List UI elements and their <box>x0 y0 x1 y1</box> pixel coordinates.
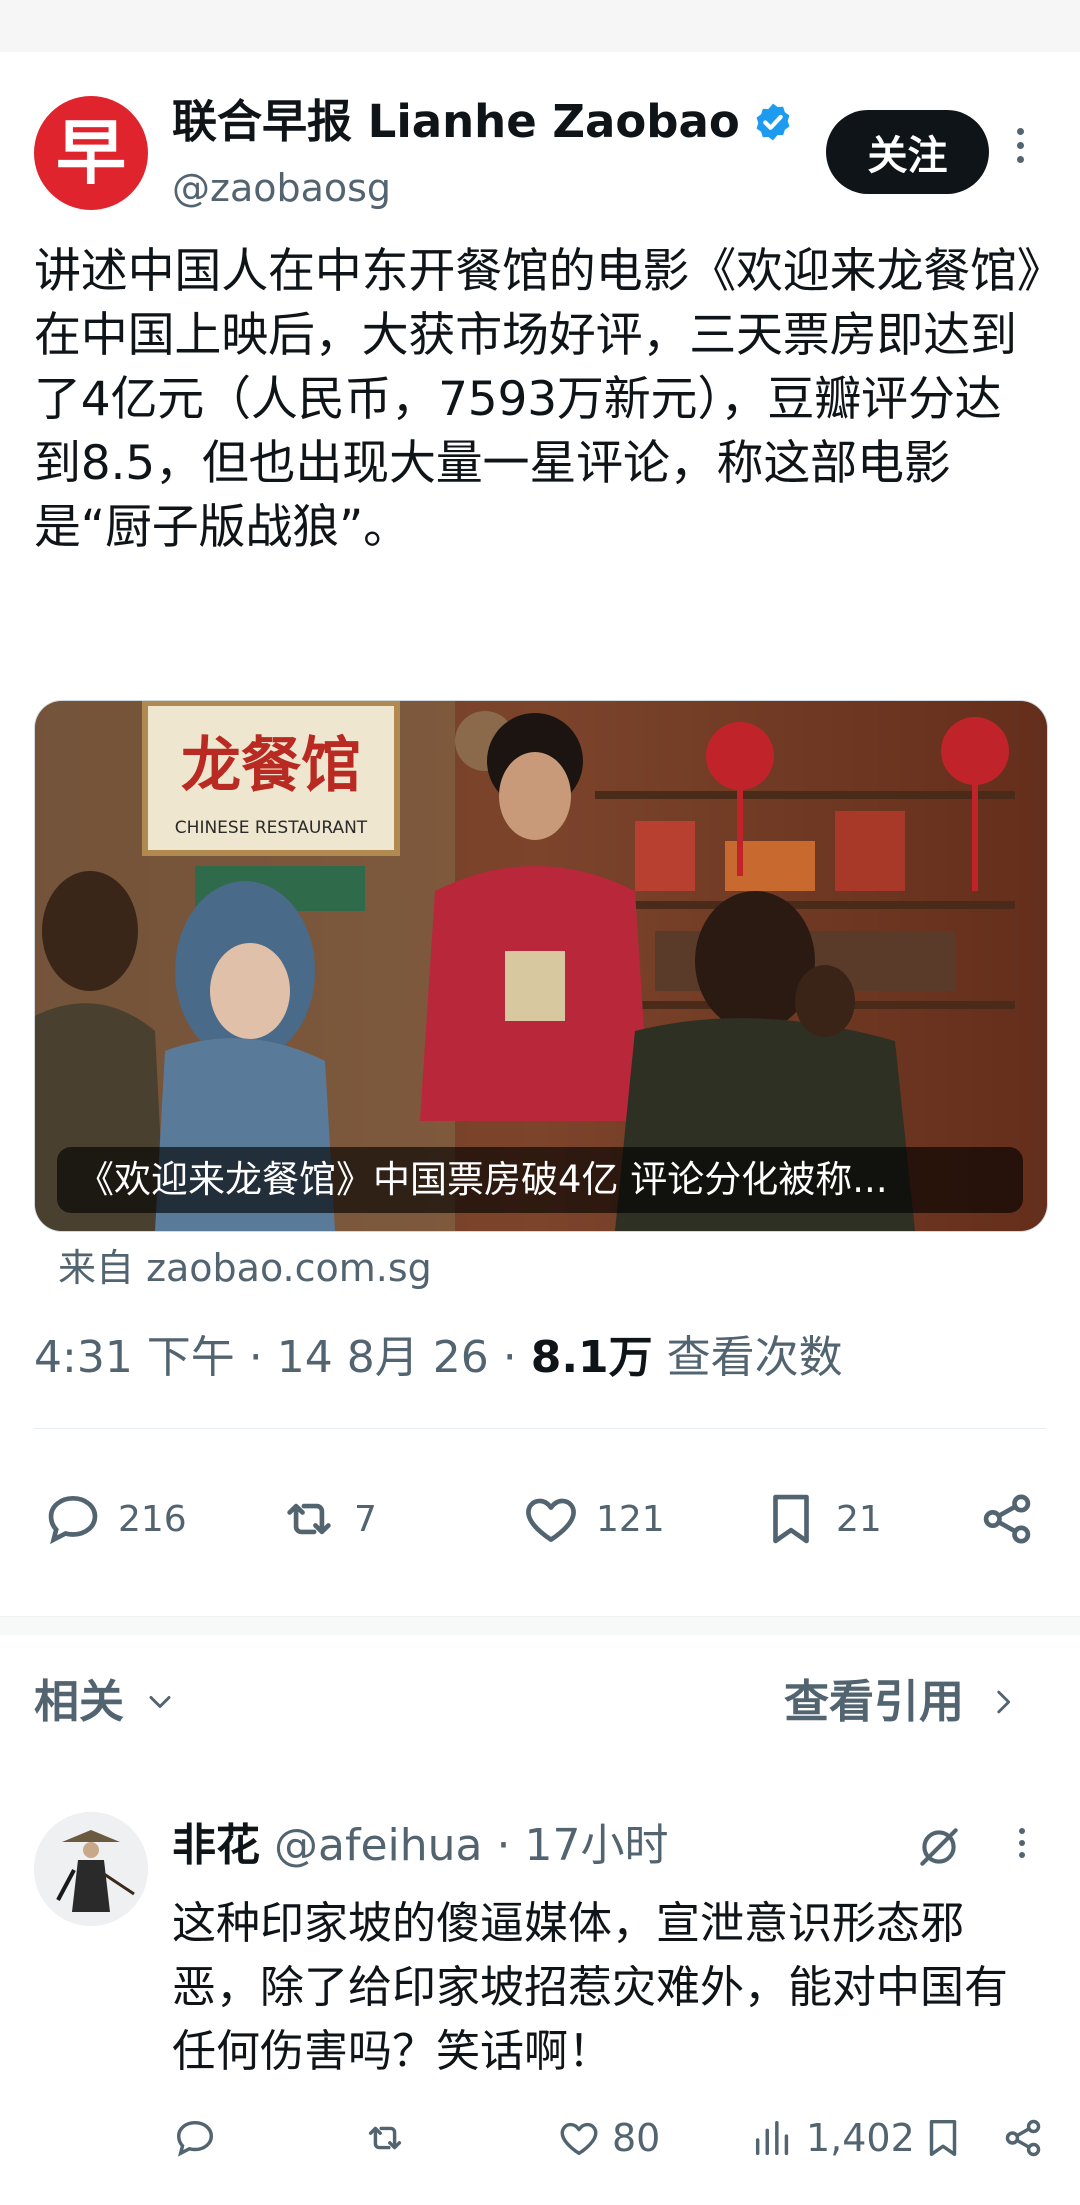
tweet-date[interactable]: 14 8月 26 <box>277 1332 489 1383</box>
section-separator <box>0 1616 1080 1635</box>
author-name: 联合早报 Lianhe Zaobao <box>172 95 740 148</box>
status-bar-area <box>0 0 1080 52</box>
reply-views-button[interactable]: 1,402 <box>750 2110 915 2166</box>
link-source[interactable]: 来自 zaobao.com.sg <box>58 1244 432 1292</box>
share-button[interactable] <box>976 1484 1038 1554</box>
share-icon <box>1005 2119 1041 2157</box>
tweet-time[interactable]: 4:31 下午 <box>34 1332 235 1383</box>
retweet-button[interactable]: 7 <box>278 1484 377 1554</box>
reply-more-options-icon[interactable] <box>1016 1828 1028 1858</box>
related-label: 相关 <box>34 1675 125 1728</box>
sign-subtext: CHINESE RESTAURANT <box>175 818 368 838</box>
retweet-count: 7 <box>354 1498 377 1540</box>
view-quotes-link[interactable]: 查看引用 <box>784 1672 1020 1732</box>
analytics-icon <box>755 2120 789 2156</box>
author-avatar[interactable]: 早 <box>34 96 148 210</box>
reply-author-name[interactable]: 非花 <box>172 1820 260 1871</box>
author-name-row[interactable]: 联合早报 Lianhe Zaobao <box>172 94 794 150</box>
reply-avatar[interactable] <box>34 1812 148 1926</box>
reply-icon <box>176 2120 214 2157</box>
heart-icon <box>560 2122 598 2156</box>
link-card-image[interactable]: 龙餐馆 CHINESE RESTAURANT 《欢迎来龙餐馆》中国票房破4亿 评… <box>34 700 1048 1232</box>
heart-icon <box>526 1498 576 1542</box>
bookmark-icon <box>929 2119 957 2157</box>
grok-icon[interactable] <box>914 1822 964 1872</box>
chevron-right-icon <box>997 1690 1011 1714</box>
reply-retweet-button[interactable] <box>362 2110 408 2166</box>
reply-bookmark-button[interactable] <box>920 2110 966 2166</box>
reply-text: 这种印家坡的傻逼媒体，宣泄意识形态邪恶，除了给印家坡招惹灾难外，能对中国有任何伤… <box>172 1898 1008 2077</box>
avatar-logo-char: 早 <box>56 111 126 194</box>
bookmark-icon <box>773 1494 809 1544</box>
reply-count: 216 <box>118 1498 187 1540</box>
reply-icon <box>48 1496 98 1545</box>
more-options-icon[interactable] <box>1012 128 1028 163</box>
reply-time[interactable]: 17小时 <box>524 1820 668 1871</box>
reply-handle[interactable]: @afeihua <box>274 1820 482 1871</box>
verified-badge-icon <box>756 103 790 141</box>
related-dropdown[interactable]: 相关 <box>34 1672 178 1732</box>
author-handle[interactable]: @zaobaosg <box>172 164 391 212</box>
retweet-icon <box>368 2126 402 2150</box>
warrior-avatar-image <box>34 1812 148 1926</box>
reply-reply-button[interactable] <box>172 2110 218 2166</box>
like-count: 121 <box>596 1498 665 1540</box>
retweet-icon <box>287 1503 331 1535</box>
view-quotes-label: 查看引用 <box>784 1675 965 1728</box>
share-icon <box>983 1494 1031 1544</box>
reply-button[interactable]: 216 <box>42 1484 187 1554</box>
reply-like-button[interactable]: 80 <box>556 2110 660 2166</box>
sign-text: 龙餐馆 <box>181 731 361 801</box>
reply-views-count: 1,402 <box>806 2116 915 2160</box>
link-card-title: 《欢迎来龙餐馆》中国票房破4亿 评论分化被称... <box>57 1147 1023 1213</box>
bookmark-count: 21 <box>836 1498 882 1540</box>
tweet-text: 讲述中国人在中东开餐馆的电影《欢迎来龙餐馆》在中国上映后，大获市场好评，三天票房… <box>34 244 1041 555</box>
divider <box>34 1428 1046 1429</box>
reply-share-button[interactable] <box>1000 2110 1046 2166</box>
bookmark-button[interactable]: 21 <box>760 1484 882 1554</box>
follow-button[interactable]: 关注 <box>826 110 989 194</box>
views-label: 查看次数 <box>666 1332 843 1383</box>
reply-header: 非花 @afeihua · 17小时 <box>172 1820 669 1871</box>
views-count: 8.1万 <box>530 1332 653 1383</box>
like-button[interactable]: 121 <box>520 1484 665 1554</box>
reply-like-count: 80 <box>612 2116 661 2160</box>
tweet-meta: 4:31 下午 · 14 8月 26 · 8.1万 查看次数 <box>34 1332 843 1383</box>
chevron-down-icon <box>149 1696 171 1708</box>
